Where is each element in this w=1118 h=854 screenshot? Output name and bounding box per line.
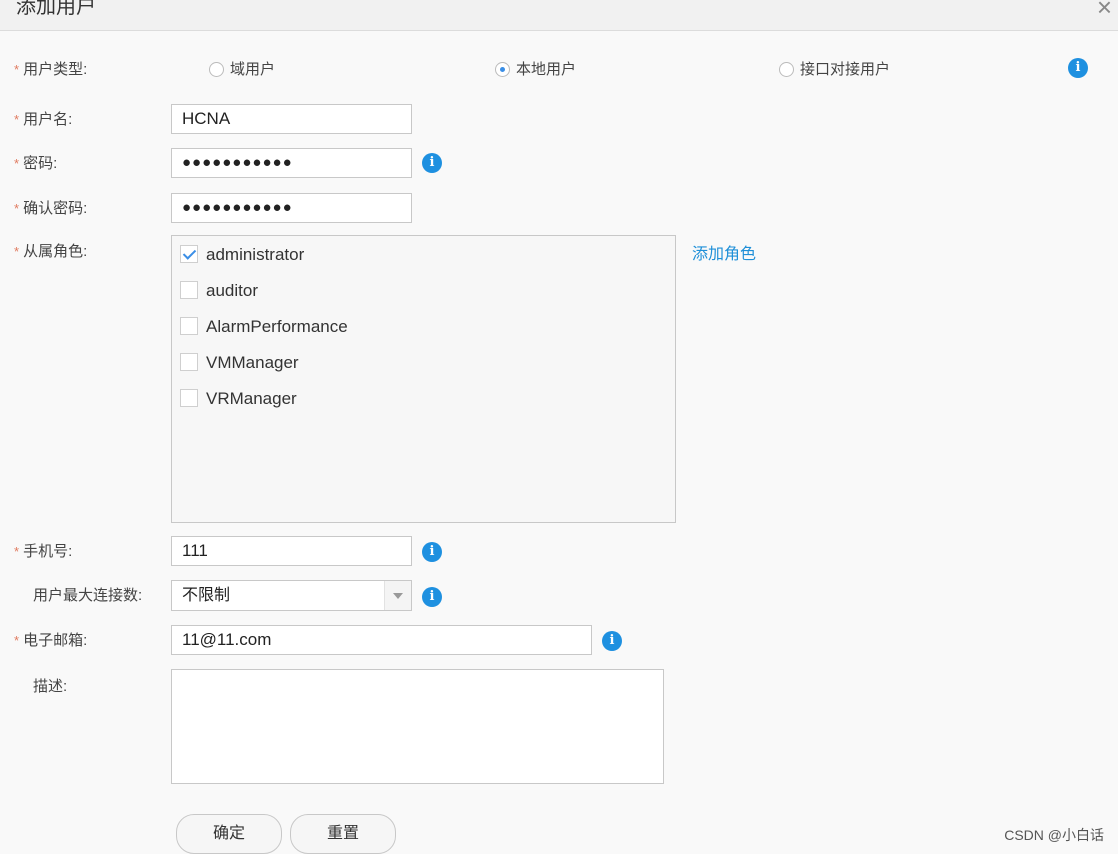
role-label: VRManager — [206, 389, 297, 408]
password-input[interactable]: ●●●●●●●●●●● — [171, 148, 412, 178]
role-label: administrator — [206, 245, 305, 264]
username-label-text: 用户名: — [23, 111, 73, 128]
email-info-icon[interactable]: i — [602, 631, 622, 651]
confirm-password-label: * 确认密码: — [14, 199, 87, 219]
max-connections-select[interactable]: 不限制 — [171, 580, 412, 611]
reset-button[interactable]: 重置 — [290, 814, 396, 854]
phone-input[interactable]: 111 — [171, 536, 412, 566]
confirm-password-label-text: 确认密码: — [23, 200, 88, 217]
checkbox[interactable] — [180, 317, 198, 335]
role-item-alarmperformance[interactable]: AlarmPerformance — [180, 316, 348, 338]
max-connections-info-icon[interactable]: i — [422, 587, 442, 607]
required-mark: * — [14, 62, 20, 77]
password-info-icon[interactable]: i — [422, 153, 442, 173]
chevron-down-icon[interactable] — [384, 581, 411, 610]
close-icon[interactable]: × — [1097, 0, 1112, 20]
role-label: AlarmPerformance — [206, 317, 348, 336]
username-input[interactable]: HCNA — [171, 104, 412, 134]
required-mark: * — [14, 112, 20, 127]
radio-button-selected[interactable] — [495, 62, 510, 77]
add-role-link[interactable]: 添加角色 — [692, 240, 756, 264]
role-label: VMManager — [206, 353, 299, 372]
checkbox[interactable] — [180, 389, 198, 407]
required-mark: * — [14, 201, 20, 216]
required-mark: * — [14, 156, 20, 171]
radio-button[interactable] — [209, 62, 224, 77]
roles-list: administrator auditor AlarmPerformance V… — [171, 235, 676, 523]
required-mark: * — [14, 244, 20, 259]
required-mark: * — [14, 633, 20, 648]
checkbox-checked[interactable] — [180, 245, 198, 263]
confirm-button[interactable]: 确定 — [176, 814, 282, 854]
required-mark: * — [14, 544, 20, 559]
phone-info-icon[interactable]: i — [422, 542, 442, 562]
description-textarea[interactable] — [171, 669, 664, 784]
roles-label-text: 从属角色: — [23, 243, 88, 260]
radio-label: 本地用户 — [516, 61, 577, 78]
info-icon[interactable]: i — [1068, 58, 1088, 78]
max-connections-value: 不限制 — [182, 587, 231, 604]
radio-label: 域用户 — [230, 61, 276, 78]
user-type-label-text: 用户类型: — [23, 61, 88, 78]
password-label: * 密码: — [14, 154, 57, 174]
email-input[interactable]: 11@11.com — [171, 625, 592, 655]
checkbox[interactable] — [180, 281, 198, 299]
dialog-title: 添加用户 — [16, 0, 96, 18]
role-item-vmmanager[interactable]: VMManager — [180, 352, 299, 374]
radio-local-user[interactable]: 本地用户 — [495, 60, 576, 80]
max-connections-label: 用户最大连接数: — [33, 587, 143, 604]
confirm-password-input[interactable]: ●●●●●●●●●●● — [171, 193, 412, 223]
role-item-auditor[interactable]: auditor — [180, 280, 258, 302]
email-label: * 电子邮箱: — [14, 631, 87, 651]
radio-domain-user[interactable]: 域用户 — [209, 60, 275, 80]
radio-label: 接口对接用户 — [800, 61, 891, 78]
username-label: * 用户名: — [14, 110, 72, 130]
role-item-administrator[interactable]: administrator — [180, 244, 304, 266]
password-label-text: 密码: — [23, 155, 58, 172]
phone-label: * 手机号: — [14, 542, 72, 562]
radio-interface-user[interactable]: 接口对接用户 — [779, 60, 890, 80]
user-type-label: * 用户类型: — [14, 60, 87, 80]
radio-button[interactable] — [779, 62, 794, 77]
email-label-text: 电子邮箱: — [23, 632, 88, 649]
roles-label: * 从属角色: — [14, 242, 87, 262]
role-label: auditor — [206, 281, 258, 300]
checkbox[interactable] — [180, 353, 198, 371]
description-label: 描述: — [33, 678, 68, 695]
watermark: CSDN @小白话 — [1004, 827, 1104, 843]
role-item-vrmanager[interactable]: VRManager — [180, 388, 297, 410]
dialog-titlebar: 添加用户 × — [0, 0, 1118, 31]
phone-label-text: 手机号: — [23, 543, 73, 560]
